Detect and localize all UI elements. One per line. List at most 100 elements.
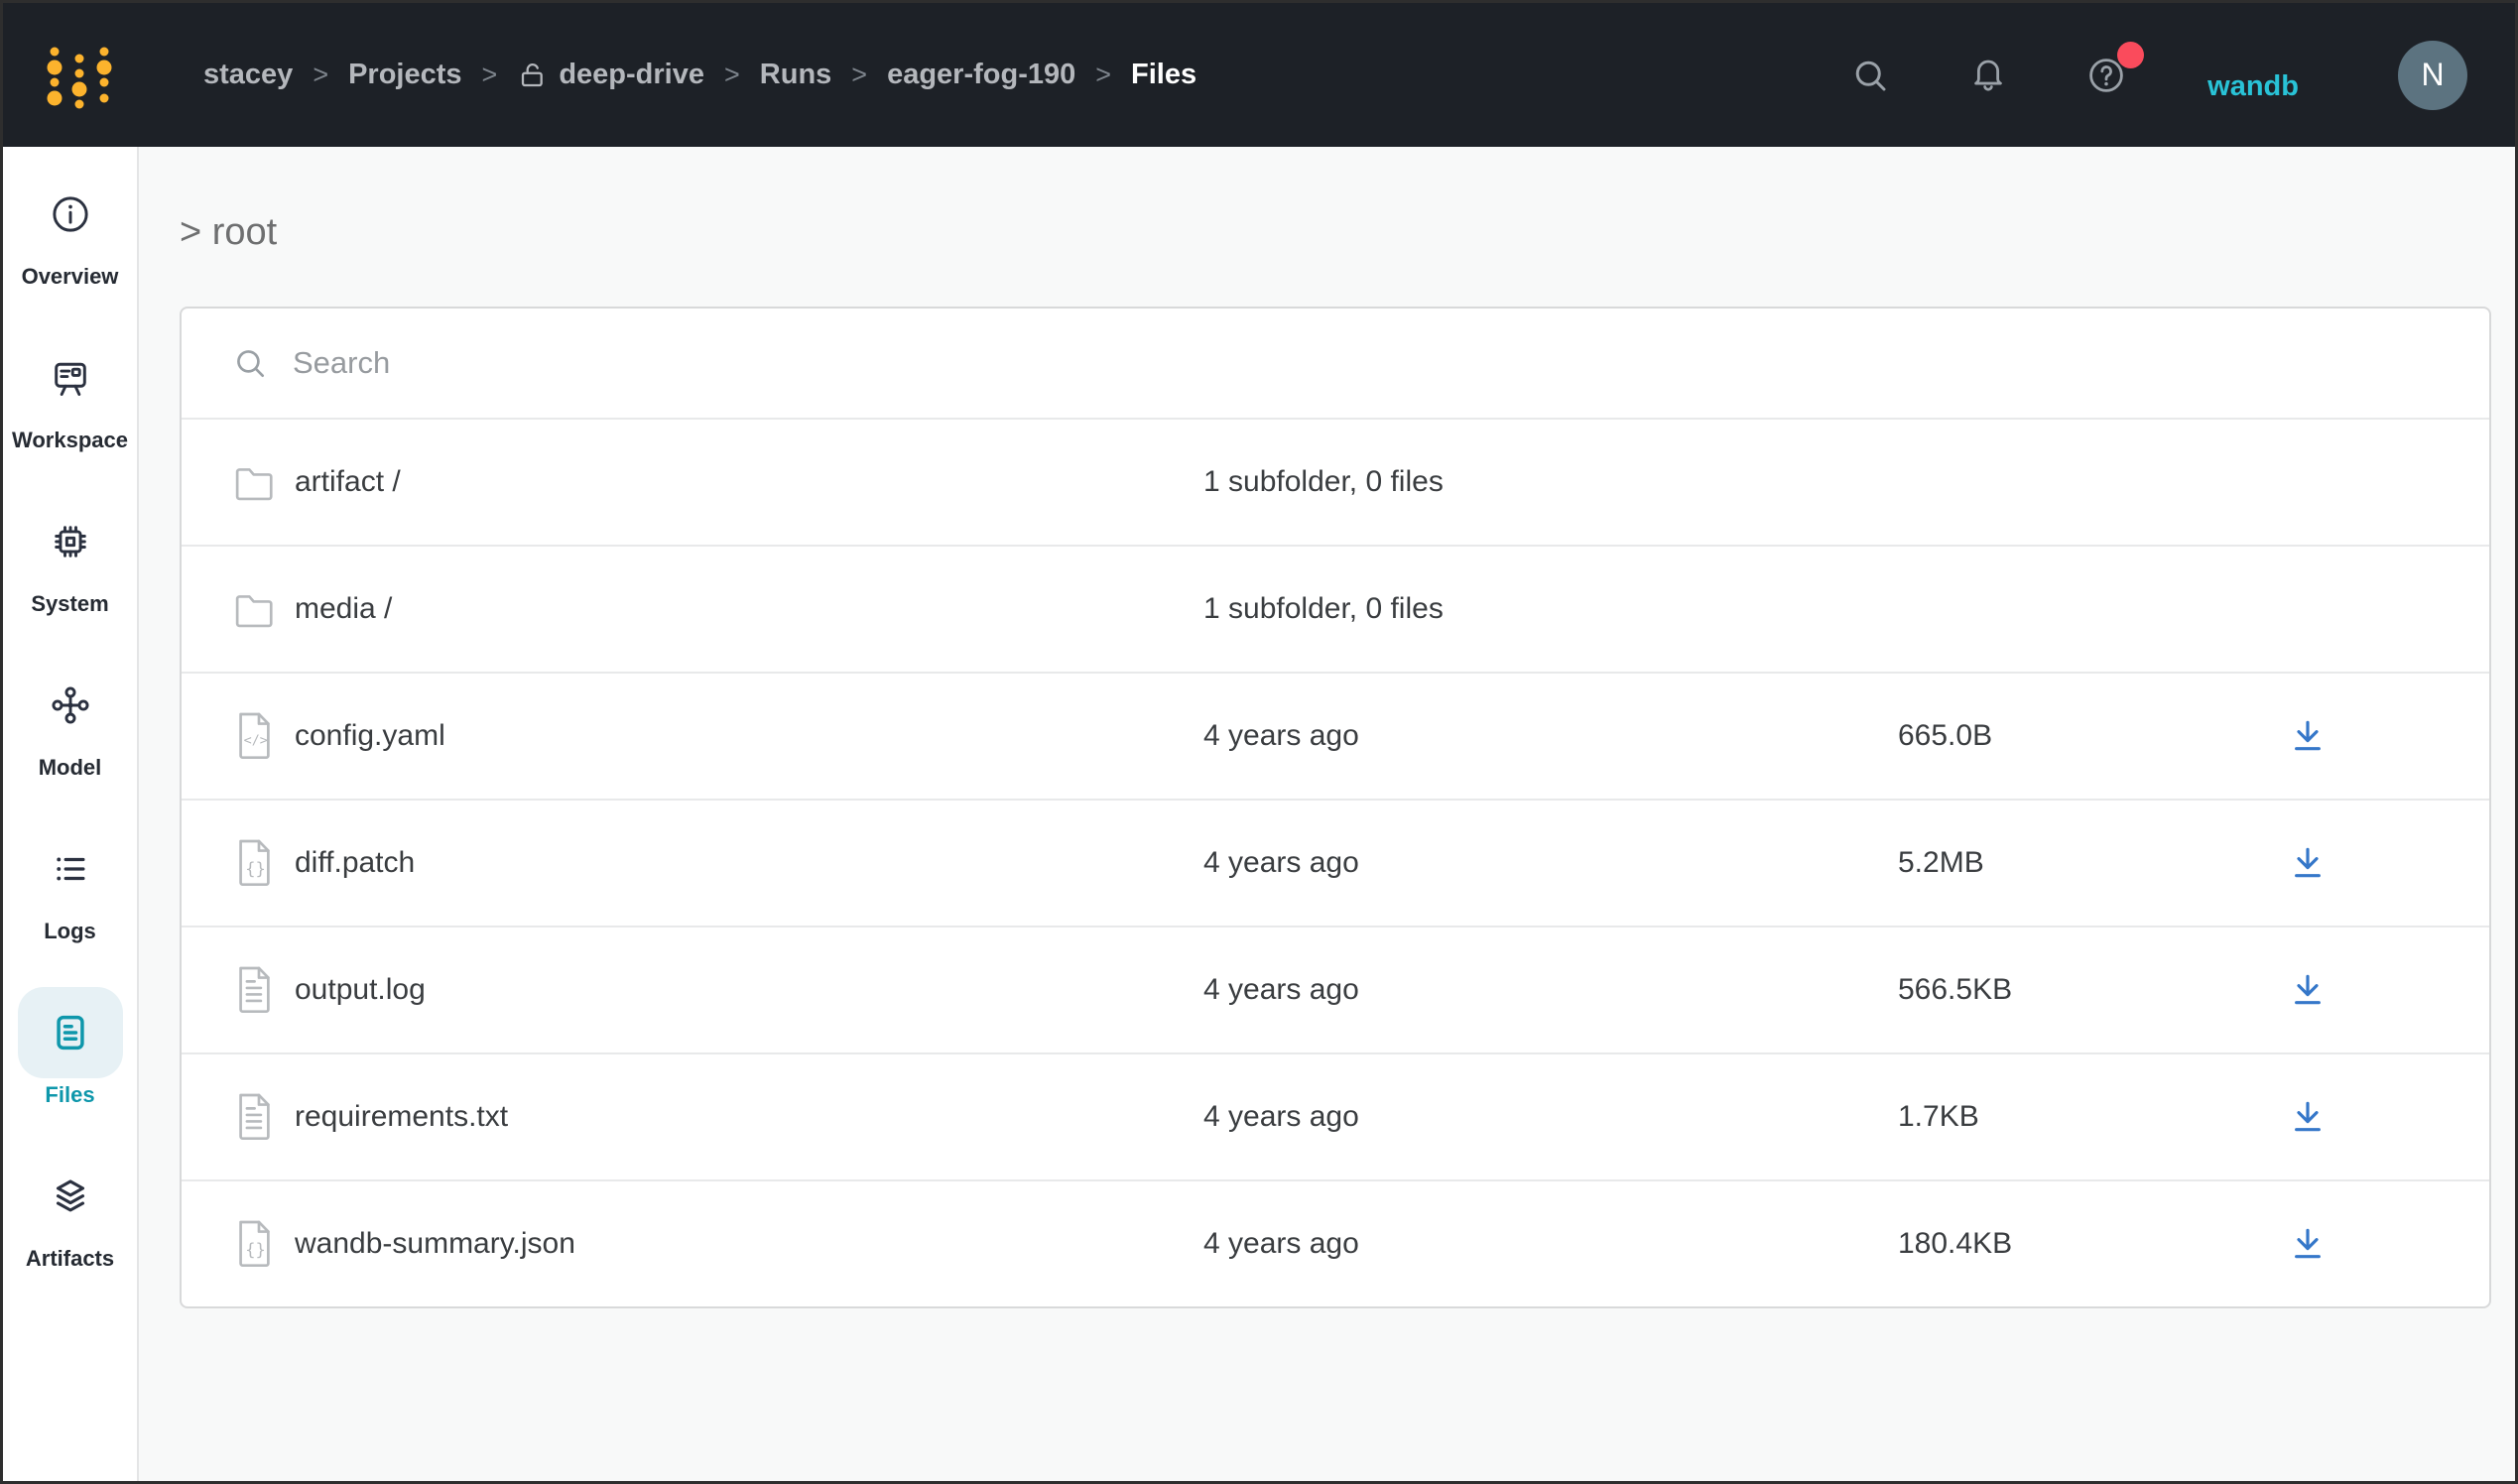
search-input[interactable] <box>293 345 2489 381</box>
file-name[interactable]: diff.patch <box>295 846 415 880</box>
sidebar-item-pill <box>18 660 123 751</box>
json-file-icon: {} <box>231 1220 277 1268</box>
breadcrumb-label: Projects <box>348 59 461 91</box>
download-button[interactable] <box>2282 1091 2333 1143</box>
code-file-icon: </> <box>231 712 277 760</box>
info-icon <box>49 192 92 236</box>
file-meta: 4 years ago <box>1203 1100 1898 1134</box>
svg-text:{}: {} <box>245 1240 266 1260</box>
breadcrumb-item-projects[interactable]: Projects <box>348 59 461 91</box>
folder-icon <box>231 585 277 633</box>
file-name-cell[interactable]: output.log <box>231 966 1203 1014</box>
search-row <box>182 309 2489 418</box>
help-button[interactable] <box>2084 54 2128 97</box>
file-meta: 1 subfolder, 0 files <box>1203 465 1898 499</box>
workspace-icon <box>49 356 92 400</box>
download-button[interactable] <box>2282 1218 2333 1270</box>
file-name-cell[interactable]: artifact / <box>231 458 1203 506</box>
file-size: 1.7KB <box>1898 1100 2166 1134</box>
folder-row[interactable]: artifact / 1 subfolder, 0 files <box>182 418 2489 545</box>
sidebar-item-logs[interactable]: Logs <box>3 802 137 965</box>
svg-text:{}: {} <box>245 859 266 879</box>
folder-icon <box>231 458 277 506</box>
avatar[interactable]: N <box>2398 41 2467 110</box>
breadcrumb-item-deep-drive[interactable]: deep-drive <box>517 59 704 91</box>
file-size: 5.2MB <box>1898 846 2166 880</box>
files-icon <box>49 1011 92 1054</box>
sidebar-item-label: Workspace <box>12 428 128 453</box>
folder-row[interactable]: media / 1 subfolder, 0 files <box>182 545 2489 672</box>
text-file-icon <box>231 1093 277 1141</box>
download-button[interactable] <box>2282 837 2333 889</box>
file-name-cell[interactable]: {} diff.patch <box>231 839 1203 887</box>
breadcrumb-label: deep-drive <box>559 59 704 91</box>
breadcrumb-separator: > <box>482 60 498 90</box>
sidebar-item-label: Logs <box>44 919 96 944</box>
file-meta: 1 subfolder, 0 files <box>1203 592 1898 626</box>
file-name-cell[interactable]: media / <box>231 585 1203 633</box>
file-row[interactable]: </> config.yaml 4 years ago 665.0B <box>182 672 2489 799</box>
sidebar-item-files[interactable]: Files <box>3 965 137 1129</box>
file-list: artifact / 1 subfolder, 0 files media / … <box>182 418 2489 1306</box>
search-icon <box>231 344 269 382</box>
breadcrumb-item-stacey[interactable]: stacey <box>203 59 293 91</box>
breadcrumb-item-runs[interactable]: Runs <box>760 59 832 91</box>
sidebar-item-system[interactable]: System <box>3 474 137 638</box>
breadcrumb-separator: > <box>1095 60 1111 90</box>
org-link[interactable]: wandb <box>2207 70 2299 103</box>
json-file-icon: {} <box>231 839 277 887</box>
sidebar-item-label: Overview <box>22 264 119 290</box>
file-name[interactable]: output.log <box>295 973 426 1007</box>
file-name[interactable]: artifact / <box>295 465 401 499</box>
sidebar-item-model[interactable]: Model <box>3 638 137 802</box>
chip-icon <box>49 520 92 563</box>
search-button[interactable] <box>1848 54 1892 97</box>
file-name-cell[interactable]: requirements.txt <box>231 1093 1203 1141</box>
breadcrumb-separator: > <box>724 60 740 90</box>
sidebar-item-overview[interactable]: Overview <box>3 147 137 310</box>
notifications-button[interactable] <box>1966 54 2010 97</box>
file-size: 665.0B <box>1898 719 2166 753</box>
breadcrumb-label: stacey <box>203 59 293 91</box>
file-meta: 4 years ago <box>1203 846 1898 880</box>
breadcrumb-label: Runs <box>760 59 832 91</box>
sidebar-item-artifacts[interactable]: Artifacts <box>3 1129 137 1293</box>
bell-icon <box>1967 55 2009 96</box>
download-cell <box>2166 964 2450 1016</box>
sidebar: Overview Workspace System Model Logs Fil… <box>3 147 139 1481</box>
file-browser-card: artifact / 1 subfolder, 0 files media / … <box>180 307 2491 1308</box>
file-name[interactable]: requirements.txt <box>295 1100 508 1134</box>
file-name[interactable]: wandb-summary.json <box>295 1227 575 1261</box>
file-row[interactable]: output.log 4 years ago 566.5KB <box>182 926 2489 1052</box>
text-file-icon <box>231 966 277 1014</box>
file-row[interactable]: requirements.txt 4 years ago 1.7KB <box>182 1052 2489 1179</box>
breadcrumb-label: Files <box>1131 59 1196 91</box>
breadcrumb-item-files[interactable]: Files <box>1131 59 1196 91</box>
file-size: 566.5KB <box>1898 973 2166 1007</box>
download-button[interactable] <box>2282 964 2333 1016</box>
sidebar-item-label: Model <box>39 755 102 781</box>
breadcrumb-label: eager-fog-190 <box>887 59 1075 91</box>
main-content: > root artifact / 1 subfolder, 0 files m… <box>139 147 2515 1481</box>
download-cell <box>2166 710 2450 762</box>
file-name[interactable]: config.yaml <box>295 719 445 753</box>
sidebar-item-pill <box>18 823 123 915</box>
sidebar-item-pill <box>18 1151 123 1242</box>
download-cell <box>2166 837 2450 889</box>
model-icon <box>49 683 92 727</box>
breadcrumb-separator: > <box>313 60 328 90</box>
download-button[interactable] <box>2282 710 2333 762</box>
file-name-cell[interactable]: </> config.yaml <box>231 712 1203 760</box>
file-row[interactable]: {} diff.patch 4 years ago 5.2MB <box>182 799 2489 926</box>
file-row[interactable]: {} wandb-summary.json 4 years ago 180.4K… <box>182 1179 2489 1306</box>
artifacts-icon <box>49 1175 92 1218</box>
sidebar-item-workspace[interactable]: Workspace <box>3 310 137 474</box>
file-name-cell[interactable]: {} wandb-summary.json <box>231 1220 1203 1268</box>
file-name[interactable]: media / <box>295 592 392 626</box>
wandb-logo-icon[interactable] <box>47 40 112 111</box>
breadcrumb-item-eager-fog-190[interactable]: eager-fog-190 <box>887 59 1075 91</box>
sidebar-item-pill <box>18 496 123 587</box>
file-size: 180.4KB <box>1898 1227 2166 1261</box>
breadcrumb: stacey > Projects > deep-drive > Runs > … <box>203 59 1196 91</box>
file-meta: 4 years ago <box>1203 719 1898 753</box>
